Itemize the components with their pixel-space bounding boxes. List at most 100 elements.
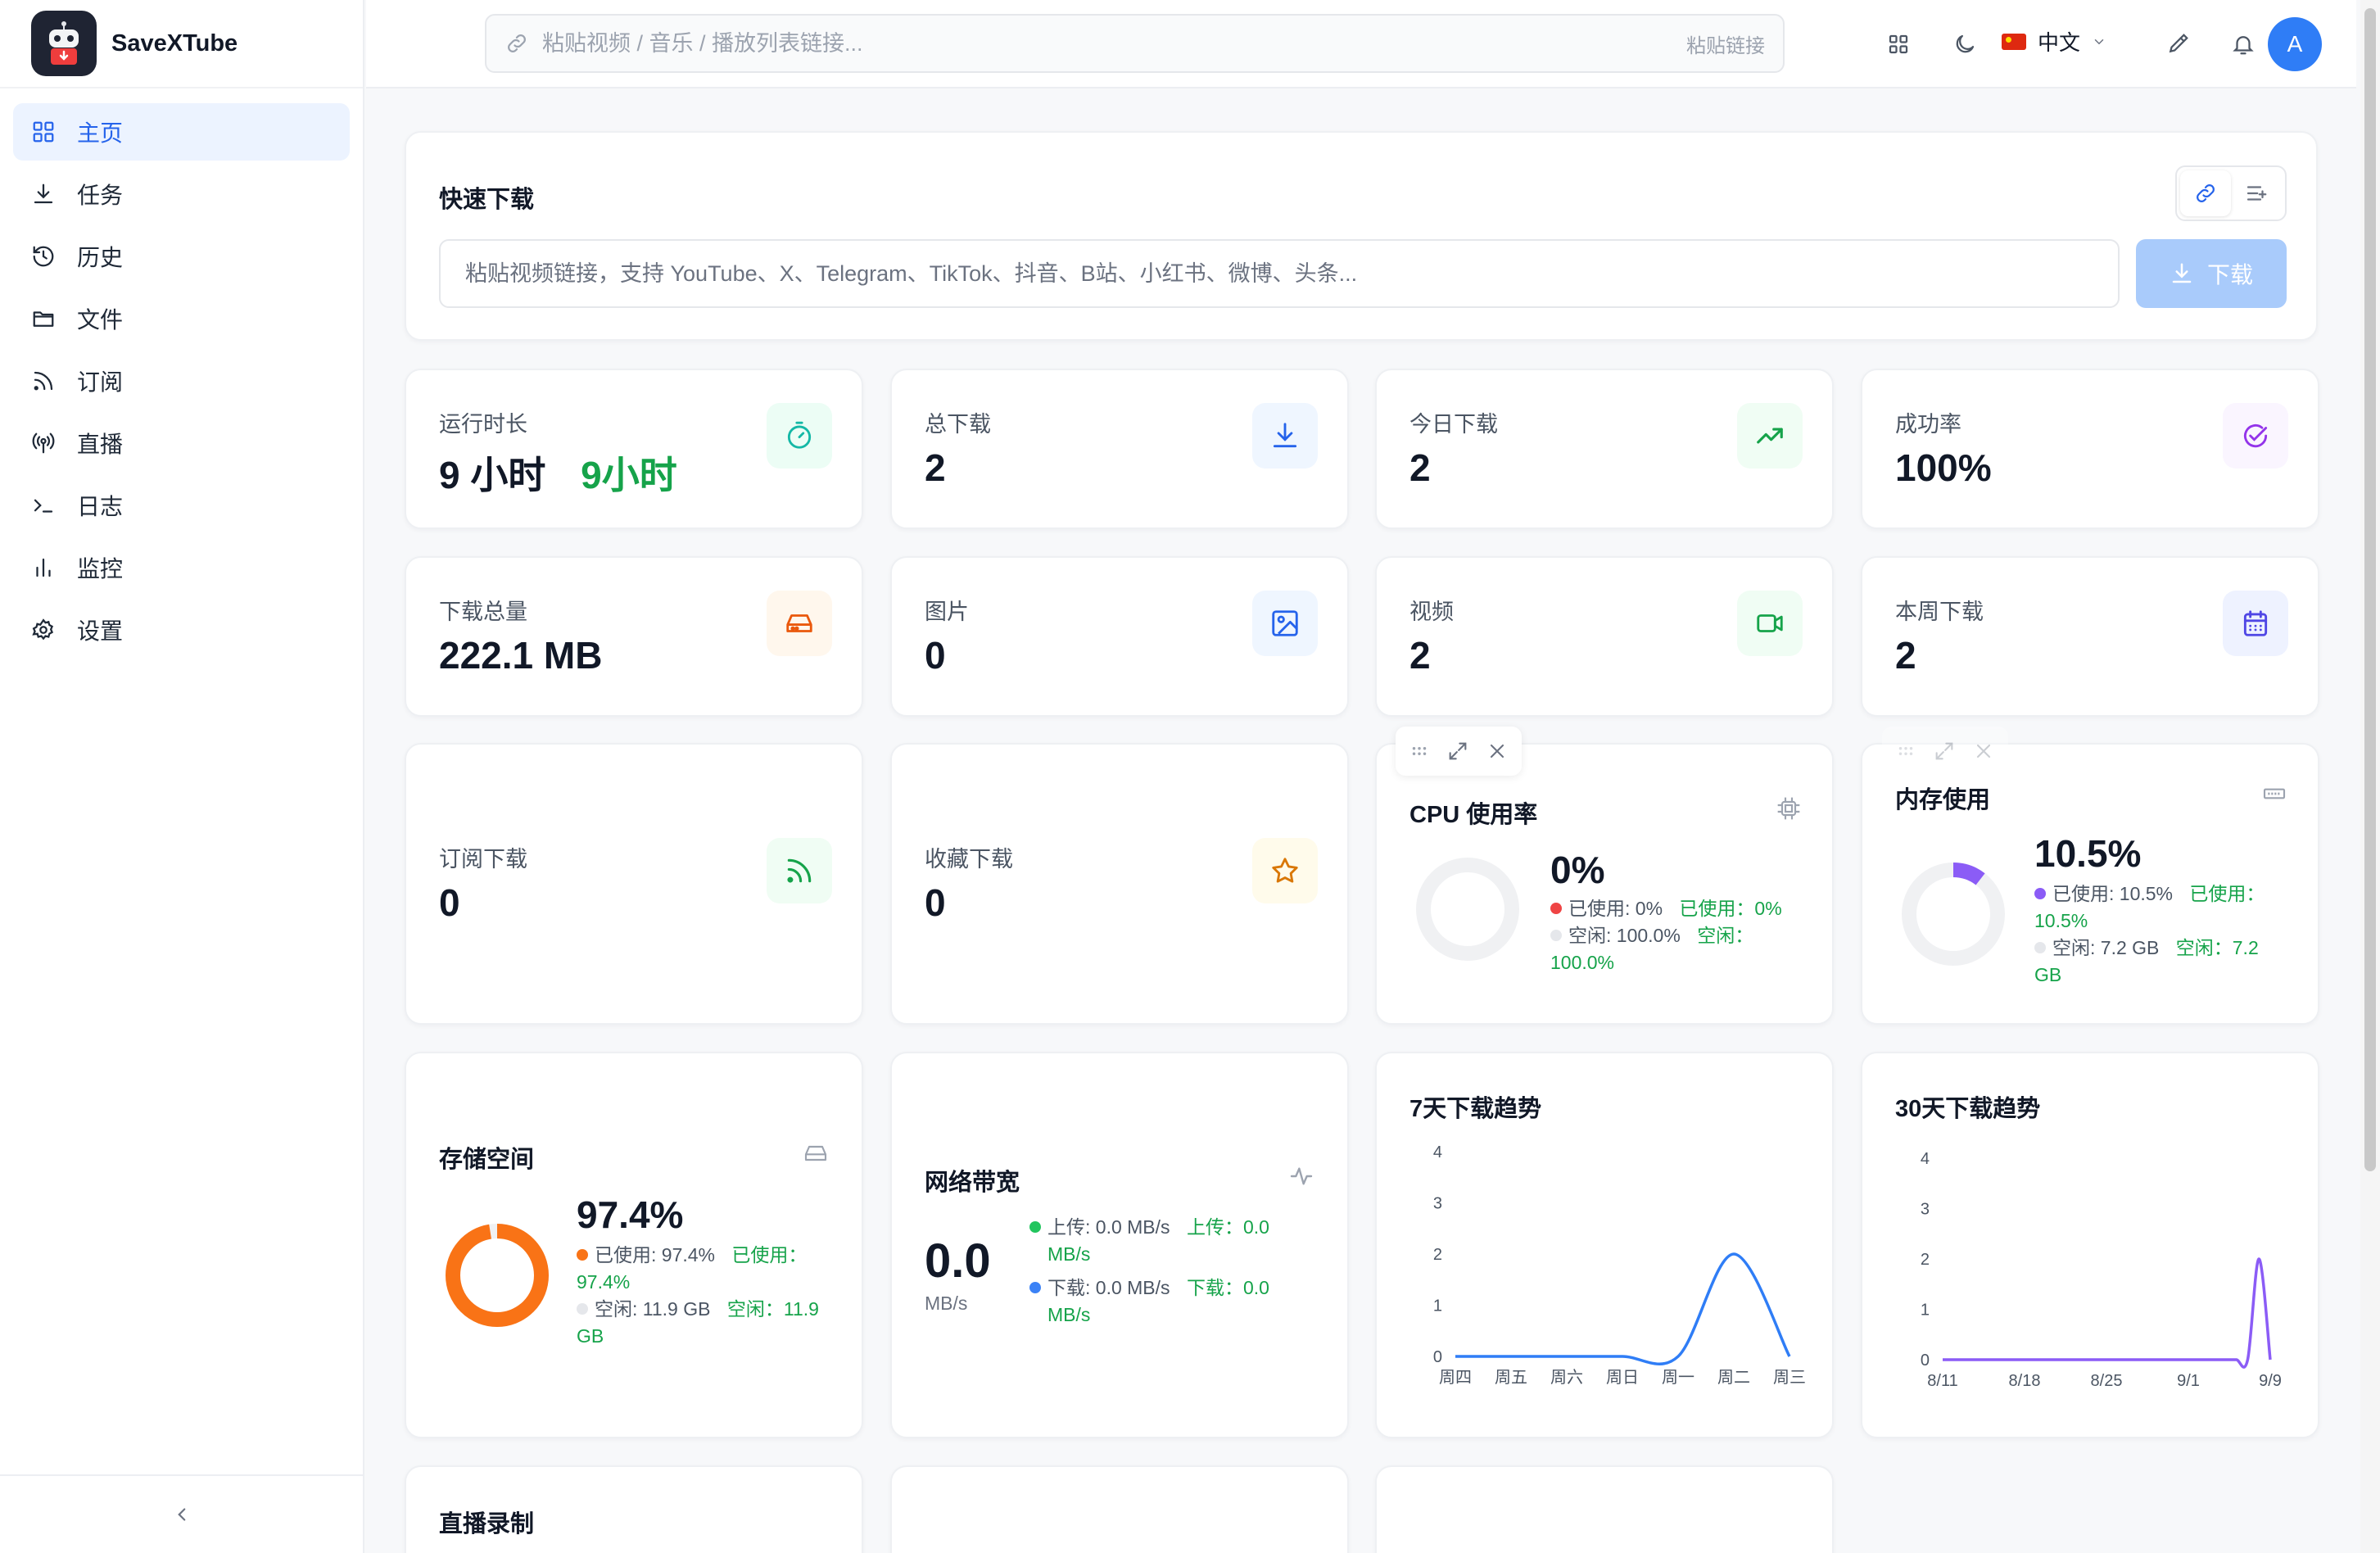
download-text-alt2: MB/s: [1047, 1304, 1091, 1325]
cpu-percent: 0%: [1550, 849, 1605, 891]
upload-dot: [1029, 1221, 1041, 1233]
expand-icon[interactable]: [1446, 740, 1469, 763]
uptime-value: 9 小时: [439, 454, 546, 496]
moon-icon[interactable]: [1945, 25, 1984, 64]
stat-value: 9 小时 9小时: [439, 446, 677, 500]
sidebar-item-label: 设置: [77, 618, 124, 644]
stat-value: 2: [1895, 634, 1916, 677]
x-tick-label: 8/18: [2009, 1372, 2041, 1390]
stat-label: 成功率: [1895, 412, 1961, 437]
y-tick-label: 3: [1433, 1195, 1442, 1213]
bell-icon[interactable]: [2224, 25, 2263, 64]
storage-free-text-alt: 空闲：11.9: [726, 1298, 819, 1320]
x-tick-label: 周二: [1717, 1369, 1750, 1387]
stat-value: 0: [439, 881, 460, 924]
sidebar-item-subscriptions[interactable]: 订阅: [13, 352, 350, 410]
download-button[interactable]: 下载: [2136, 239, 2287, 308]
live-recording-card: 直播录制: [405, 1465, 863, 1553]
trend-line: [1942, 1257, 2272, 1369]
user-avatar[interactable]: A: [2268, 17, 2322, 71]
rss-icon: [767, 838, 832, 903]
broadcast-icon: [31, 431, 56, 455]
y-tick-label: 0: [1433, 1348, 1442, 1366]
memory-gauge: [1902, 863, 2005, 966]
cpu-free-text-alt2: 100.0%: [1550, 952, 1615, 973]
brand[interactable]: SaveXTube: [0, 0, 363, 88]
batch-mode-button[interactable]: [2231, 170, 2282, 216]
quick-download-title: 快速下载: [439, 187, 535, 213]
storage-free-text: 空闲: 11.9 GB: [595, 1298, 711, 1320]
network-title: 网络带宽: [925, 1170, 1020, 1196]
language-select[interactable]: 中文: [2002, 26, 2106, 57]
stat-label: 今日下载: [1409, 412, 1498, 437]
stat-value: 0: [925, 881, 946, 924]
url-input[interactable]: [542, 30, 1686, 57]
trend-30day-card: 30天下载趋势 0 1 2 3 4 8/11 8/18 8/25 9/1 9/9: [1861, 1052, 2319, 1438]
stat-value: 2: [1409, 446, 1431, 489]
stat-card-images: 图片 0: [890, 556, 1349, 717]
image-icon: [1252, 591, 1318, 656]
network-unit: MB/s: [925, 1293, 968, 1314]
cpu-free-legend: 空闲: 100.0% 空闲： 100.0%: [1550, 922, 1812, 976]
storage-card: 存储空间 97.4% 已使用: 97.4% 已使用： 97.4% 空闲: 11.…: [405, 1052, 863, 1438]
stat-label: 总下载: [925, 412, 991, 437]
x-tick-label: 周三: [1773, 1369, 1806, 1387]
trend-7day-card: 7天下载趋势 0 1 2 3 4 周四 周五 周六 周日 周一 周二 周三: [1375, 1052, 1834, 1438]
cpu-used-text-alt: 已使用：0%: [1679, 898, 1782, 919]
drag-handle-icon[interactable]: [1895, 740, 1916, 762]
quick-download-input[interactable]: [439, 239, 2120, 308]
memory-free-legend: 空闲: 7.2 GB 空闲：7.2 GB: [2034, 935, 2296, 989]
sidebar-item-logs[interactable]: 日志: [13, 477, 350, 534]
link-mode-button[interactable]: [2180, 170, 2231, 216]
stat-value: 100%: [1895, 446, 1992, 489]
upload-text: 上传: 0.0 MB/s: [1047, 1216, 1170, 1238]
cpu-chip-icon: [1776, 795, 1802, 822]
close-icon[interactable]: [1972, 740, 1995, 763]
stat-value: 0: [925, 634, 946, 677]
network-upload-legend: 上传: 0.0 MB/s 上传：0.0 MB/s: [1029, 1214, 1324, 1268]
memory-free-dot: [2034, 942, 2046, 953]
x-tick-label: 周五: [1495, 1369, 1527, 1387]
download-icon: [1252, 403, 1318, 469]
bar-chart-icon: [31, 555, 56, 580]
sidebar-item-label: 主页: [77, 120, 124, 146]
live-recording-title: 直播录制: [439, 1511, 535, 1537]
expand-icon[interactable]: [1933, 740, 1956, 763]
sidebar-item-home[interactable]: 主页: [13, 103, 350, 161]
cpu-title: CPU 使用率: [1409, 802, 1538, 828]
stat-card-today-downloads: 今日下载 2: [1375, 369, 1834, 529]
sidebar-item-tasks[interactable]: 任务: [13, 165, 350, 223]
sidebar-item-monitor[interactable]: 监控: [13, 539, 350, 596]
language-label: 中文: [2038, 30, 2081, 55]
drag-handle-icon[interactable]: [1409, 740, 1430, 762]
y-tick-label: 3: [1921, 1201, 1930, 1219]
top-header: 粘贴链接 中文 A: [366, 0, 2356, 88]
sidebar-item-settings[interactable]: 设置: [13, 601, 350, 659]
trend-line: [1455, 1252, 1791, 1365]
sidebar-item-files[interactable]: 文件: [13, 290, 350, 347]
x-tick-label: 9/1: [2177, 1372, 2200, 1390]
page-scrollbar[interactable]: [2360, 0, 2380, 1553]
sidebar-item-live[interactable]: 直播: [13, 414, 350, 472]
memory-free-text-alt: 空闲：7.2: [2175, 937, 2259, 958]
storage-used-dot: [577, 1249, 588, 1261]
terminal-icon: [31, 493, 56, 518]
video-icon: [1737, 591, 1803, 656]
scrollbar-thumb[interactable]: [2364, 8, 2376, 1171]
sidebar-item-label: 文件: [77, 307, 124, 333]
stat-label: 下载总量: [439, 600, 527, 624]
sidebar-footer: [0, 1474, 363, 1553]
download-icon: [31, 182, 56, 206]
stat-card-week-downloads: 本周下载 2: [1861, 556, 2319, 717]
sidebar-item-history[interactable]: 历史: [13, 228, 350, 285]
paste-link-button[interactable]: 粘贴链接: [1686, 29, 1765, 58]
chevron-left-icon[interactable]: [171, 1504, 192, 1525]
cpu-free-dot: [1550, 930, 1562, 941]
upload-text-alt2: MB/s: [1047, 1243, 1091, 1265]
memory-icon: [2261, 781, 2287, 807]
apps-grid-icon[interactable]: [1879, 25, 1918, 64]
link-icon: [505, 31, 529, 56]
close-icon[interactable]: [1486, 740, 1509, 763]
brush-icon[interactable]: [2158, 25, 2197, 64]
x-tick-label: 8/11: [1927, 1372, 1957, 1390]
